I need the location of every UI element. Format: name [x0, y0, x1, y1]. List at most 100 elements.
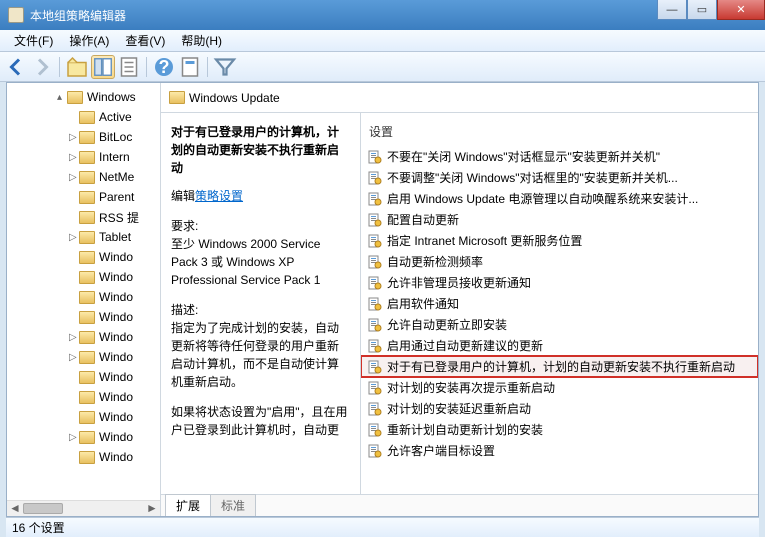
window-title: 本地组策略编辑器: [30, 7, 126, 24]
tree-hscrollbar[interactable]: ◄►: [7, 500, 160, 516]
policy-icon: [367, 338, 383, 354]
expand-icon[interactable]: ▴: [57, 92, 67, 103]
settings-item[interactable]: 自动更新检测频率: [361, 251, 758, 272]
settings-item[interactable]: 重新计划自动更新计划的安装: [361, 419, 758, 440]
expand-icon[interactable]: ▷: [69, 432, 79, 443]
export-list-button[interactable]: [117, 55, 141, 79]
tree-item[interactable]: ▷Intern: [7, 147, 160, 167]
description-text-1: 指定为了完成计划的安装，自动更新将等待任何登录的用户重新启动计算机，而不是自动使…: [171, 319, 350, 391]
settings-item[interactable]: 启用 Windows Update 电源管理以自动唤醒系统来安装计...: [361, 188, 758, 209]
help-button[interactable]: ?: [152, 55, 176, 79]
settings-item[interactable]: 对计划的安装延迟重新启动: [361, 398, 758, 419]
tab-standard[interactable]: 标准: [210, 494, 256, 516]
menu-file[interactable]: 文件(F): [6, 32, 61, 49]
expand-icon[interactable]: ▷: [69, 232, 79, 243]
tree-item[interactable]: RSS 提: [7, 207, 160, 227]
minimize-button[interactable]: —: [657, 0, 687, 20]
policy-icon: [367, 191, 383, 207]
filter-button[interactable]: [213, 55, 237, 79]
folder-icon: [79, 431, 95, 444]
main-area: ▴WindowsActive▷BitLoc▷Intern▷NetMeParent…: [6, 82, 759, 517]
expand-icon[interactable]: ▷: [69, 332, 79, 343]
svg-text:?: ?: [159, 57, 170, 77]
tree-item-label: Windo: [99, 430, 133, 444]
toolbar-separator: [146, 57, 147, 77]
settings-item[interactable]: 对计划的安装再次提示重新启动: [361, 377, 758, 398]
folder-icon: [79, 371, 95, 384]
tree-item-label: Windo: [99, 370, 133, 384]
folder-icon: [79, 391, 95, 404]
settings-item[interactable]: 指定 Intranet Microsoft 更新服务位置: [361, 230, 758, 251]
settings-item[interactable]: 允许自动更新立即安装: [361, 314, 758, 335]
folder-icon: [169, 91, 185, 104]
up-button[interactable]: [65, 55, 89, 79]
settings-item-label: 对计划的安装再次提示重新启动: [387, 379, 555, 396]
back-button[interactable]: [4, 55, 28, 79]
settings-item-label: 启用通过自动更新建议的更新: [387, 337, 543, 354]
expand-icon[interactable]: ▷: [69, 172, 79, 183]
tree-item[interactable]: ▷Tablet: [7, 227, 160, 247]
policy-icon: [367, 233, 383, 249]
tree-item[interactable]: Active: [7, 107, 160, 127]
menu-action[interactable]: 操作(A): [61, 32, 117, 49]
tree-item[interactable]: ▴Windows: [7, 87, 160, 107]
policy-icon: [367, 422, 383, 438]
tree-item[interactable]: Windo: [7, 447, 160, 467]
tree-item[interactable]: ▷Windo: [7, 327, 160, 347]
folder-icon: [79, 151, 95, 164]
settings-item[interactable]: 不要调整"关闭 Windows"对话框里的"安装更新并关机...: [361, 167, 758, 188]
policy-icon: [367, 296, 383, 312]
window-controls: — ▭ ✕: [657, 0, 765, 20]
tree-item[interactable]: ▷BitLoc: [7, 127, 160, 147]
settings-item-label: 自动更新检测频率: [387, 253, 483, 270]
settings-item[interactable]: 配置自动更新: [361, 209, 758, 230]
tree-item[interactable]: Windo: [7, 407, 160, 427]
settings-item[interactable]: 对于有已登录用户的计算机，计划的自动更新安装不执行重新启动: [361, 356, 758, 377]
tree-item-label: Windo: [99, 290, 133, 304]
folder-icon: [79, 451, 95, 464]
tree-item[interactable]: Parent: [7, 187, 160, 207]
expand-icon[interactable]: ▷: [69, 132, 79, 143]
settings-item[interactable]: 允许非管理员接收更新通知: [361, 272, 758, 293]
tree-item[interactable]: Windo: [7, 307, 160, 327]
settings-item[interactable]: 允许客户端目标设置: [361, 440, 758, 461]
settings-item[interactable]: 启用通过自动更新建议的更新: [361, 335, 758, 356]
folder-icon: [79, 251, 95, 264]
settings-item[interactable]: 启用软件通知: [361, 293, 758, 314]
folder-icon: [79, 271, 95, 284]
settings-item-label: 启用软件通知: [387, 295, 459, 312]
requirements-label: 要求:: [171, 217, 350, 235]
edit-label: 编辑: [171, 189, 195, 203]
folder-icon: [79, 331, 95, 344]
menu-view[interactable]: 查看(V): [117, 32, 173, 49]
tree-item[interactable]: Windo: [7, 367, 160, 387]
tree-item[interactable]: Windo: [7, 267, 160, 287]
settings-item-label: 配置自动更新: [387, 211, 459, 228]
description-panel: 对于有已登录用户的计算机，计划的自动更新安装不执行重新启动 编辑策略设置 要求:…: [161, 113, 361, 494]
show-hide-tree-button[interactable]: [91, 55, 115, 79]
toolbar-separator: [207, 57, 208, 77]
tab-extended[interactable]: 扩展: [165, 494, 211, 516]
tree-item[interactable]: Windo: [7, 387, 160, 407]
tree-item[interactable]: ▷ Windo: [7, 427, 160, 447]
close-button[interactable]: ✕: [717, 0, 765, 20]
maximize-button[interactable]: ▭: [687, 0, 717, 20]
settings-item[interactable]: 不要在"关闭 Windows"对话框显示"安装更新并关机": [361, 146, 758, 167]
policy-icon: [367, 359, 383, 375]
policy-icon: [367, 317, 383, 333]
tree-item[interactable]: ▷ Windo: [7, 347, 160, 367]
menu-help[interactable]: 帮助(H): [173, 32, 230, 49]
tree-item-label: Windo: [99, 350, 133, 364]
tree-item[interactable]: Windo: [7, 287, 160, 307]
forward-button[interactable]: [30, 55, 54, 79]
expand-icon[interactable]: ▷: [69, 352, 79, 363]
tree-item-label: Windo: [99, 250, 133, 264]
properties-button[interactable]: [178, 55, 202, 79]
tree-item[interactable]: Windo: [7, 247, 160, 267]
policy-icon: [367, 401, 383, 417]
status-bar: 16 个设置: [6, 517, 759, 537]
tree-item[interactable]: ▷NetMe: [7, 167, 160, 187]
expand-icon[interactable]: ▷: [69, 152, 79, 163]
edit-policy-link[interactable]: 策略设置: [195, 189, 243, 203]
tree-item-label: Windo: [99, 410, 133, 424]
